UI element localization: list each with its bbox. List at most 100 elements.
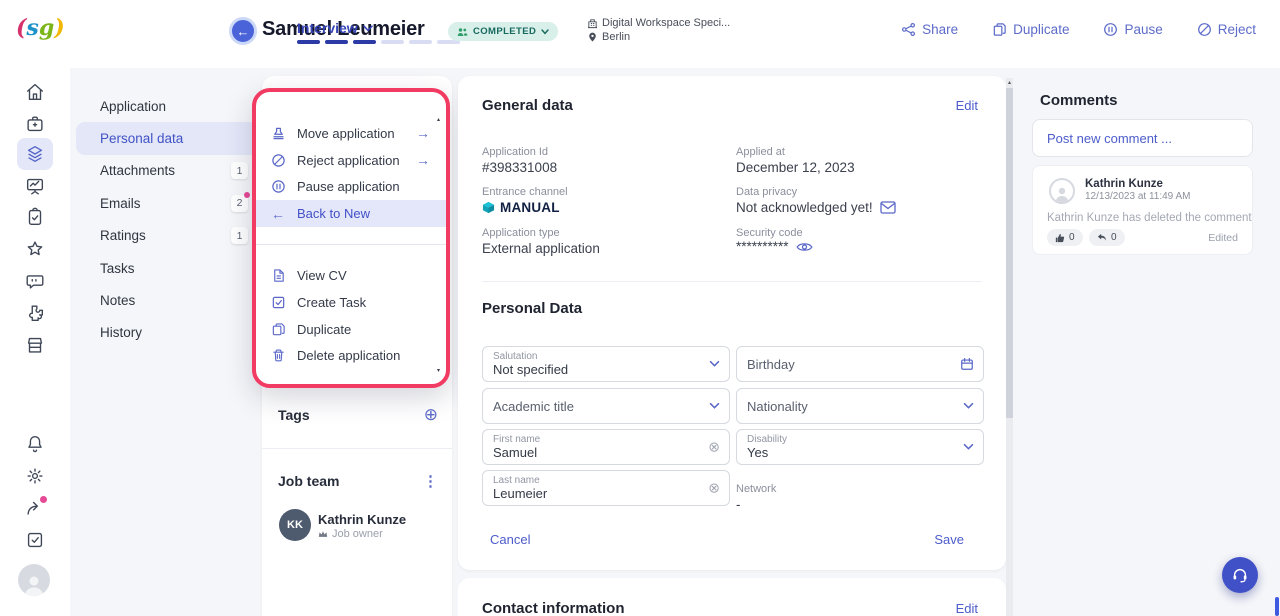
notification-dot bbox=[40, 496, 47, 503]
page-scrollbar-thumb[interactable] bbox=[1275, 597, 1279, 616]
app-logo[interactable]: (sg) bbox=[16, 15, 65, 41]
settings-gear-icon[interactable] bbox=[21, 462, 49, 490]
menu-pause-application[interactable]: Pause application bbox=[256, 174, 446, 201]
nav-history[interactable]: History bbox=[70, 317, 262, 349]
status-badge[interactable]: COMPLETED bbox=[448, 22, 558, 41]
member-role: Job owner bbox=[318, 528, 383, 540]
crown-icon bbox=[318, 530, 328, 538]
share-button[interactable]: Share bbox=[901, 22, 958, 37]
data-privacy-label: Data privacy bbox=[736, 186, 797, 198]
disability-select[interactable]: Disability Yes bbox=[736, 429, 984, 465]
nav-application[interactable]: Application bbox=[70, 90, 262, 122]
pause-icon bbox=[1103, 22, 1118, 37]
menu-divider bbox=[256, 244, 446, 245]
salutation-select[interactable]: Salutation Not specified bbox=[482, 346, 730, 382]
duplicate-icon bbox=[992, 22, 1007, 37]
job-team-menu-icon[interactable]: ⋮ bbox=[423, 472, 438, 490]
submenu-arrow-icon: → bbox=[416, 125, 430, 141]
nav-tasks[interactable]: Tasks bbox=[70, 252, 262, 284]
trash-icon bbox=[270, 348, 286, 363]
member-avatar[interactable]: KK bbox=[279, 509, 311, 541]
icon-rail bbox=[0, 68, 70, 616]
approvals-check-icon[interactable] bbox=[21, 526, 49, 554]
application-type-label: Application type bbox=[482, 227, 560, 239]
menu-create-task[interactable]: Create Task bbox=[256, 289, 446, 316]
header-actions: Share Duplicate Pause Reject bbox=[901, 22, 1256, 37]
nav-personal-data[interactable]: Personal data bbox=[76, 122, 258, 154]
jobs-icon[interactable] bbox=[21, 110, 49, 138]
content-scrollbar-thumb[interactable] bbox=[1006, 88, 1013, 418]
back-button[interactable]: ← bbox=[229, 17, 257, 45]
general-edit-link[interactable]: Edit bbox=[956, 98, 978, 113]
comment-body: Kathrin Kunze has deleted the comment bbox=[1047, 212, 1252, 224]
chevron-down-icon bbox=[709, 361, 720, 368]
birthday-field[interactable]: Birthday bbox=[736, 346, 984, 382]
integrations-puzzle-icon[interactable] bbox=[21, 299, 49, 327]
location-pin-icon bbox=[587, 31, 598, 43]
commenter-avatar bbox=[1049, 178, 1075, 204]
tags-section: Tags ⊕ bbox=[278, 406, 438, 423]
application-context-menu: ▴ Move application → Reject application … bbox=[252, 88, 450, 388]
candidate-nav: Application Personal data Attachments1 E… bbox=[70, 90, 262, 349]
job-title: Digital Workspace Speci... bbox=[602, 17, 730, 29]
submenu-arrow-icon: → bbox=[416, 152, 430, 168]
menu-delete-application[interactable]: Delete application bbox=[256, 343, 446, 370]
first-name-input[interactable]: First name Samuel ⊗ bbox=[482, 429, 730, 465]
reply-icon bbox=[1097, 233, 1107, 242]
scrollbar-up-icon[interactable]: ▴ bbox=[1006, 79, 1013, 86]
notifications-bell-icon[interactable] bbox=[21, 430, 49, 458]
referrals-share-icon[interactable] bbox=[21, 494, 49, 522]
messages-icon[interactable] bbox=[21, 267, 49, 295]
general-data-title: General data bbox=[482, 97, 573, 114]
nav-notes[interactable]: Notes bbox=[70, 284, 262, 316]
envelope-icon[interactable] bbox=[880, 201, 896, 214]
application-id-label: Application Id bbox=[482, 146, 548, 158]
add-tag-icon[interactable]: ⊕ bbox=[424, 406, 438, 423]
duplicate-button[interactable]: Duplicate bbox=[992, 22, 1069, 37]
candidates-icon-active[interactable] bbox=[17, 138, 53, 170]
calendar-icon bbox=[960, 357, 974, 371]
status-label: COMPLETED bbox=[473, 26, 536, 37]
stage-dropdown[interactable]: Interview bbox=[297, 20, 373, 36]
support-fab[interactable] bbox=[1222, 557, 1258, 593]
chevron-down-icon bbox=[709, 403, 720, 410]
reports-icon[interactable] bbox=[21, 172, 49, 200]
pause-icon bbox=[270, 179, 286, 194]
like-button[interactable]: 0 bbox=[1047, 229, 1083, 246]
nav-ratings[interactable]: Ratings1 bbox=[70, 220, 262, 252]
nationality-select[interactable]: Nationality bbox=[736, 388, 984, 424]
home-icon[interactable] bbox=[21, 78, 49, 106]
user-avatar[interactable] bbox=[18, 564, 50, 596]
reject-button[interactable]: Reject bbox=[1197, 22, 1256, 37]
save-button[interactable]: Save bbox=[934, 532, 964, 547]
document-icon bbox=[270, 268, 286, 283]
menu-move-application[interactable]: Move application → bbox=[256, 120, 446, 147]
nav-attachments[interactable]: Attachments1 bbox=[70, 155, 262, 187]
tasks-clipboard-icon[interactable] bbox=[21, 203, 49, 231]
eye-icon[interactable] bbox=[796, 241, 813, 253]
scroll-up-icon[interactable]: ▴ bbox=[437, 116, 440, 123]
reject-icon bbox=[1197, 22, 1212, 37]
clear-field-icon[interactable]: ⊗ bbox=[708, 439, 720, 456]
menu-duplicate[interactable]: Duplicate bbox=[256, 316, 446, 343]
reply-button[interactable]: 0 bbox=[1089, 229, 1125, 246]
clear-field-icon[interactable]: ⊗ bbox=[708, 480, 720, 497]
chevron-down-icon bbox=[363, 25, 373, 32]
cancel-button[interactable]: Cancel bbox=[490, 532, 530, 547]
academic-title-select[interactable]: Academic title bbox=[482, 388, 730, 424]
nav-emails[interactable]: Emails2 bbox=[70, 187, 262, 219]
building-icon bbox=[587, 18, 598, 29]
job-info: Digital Workspace Speci... Berlin bbox=[587, 16, 730, 44]
menu-view-cv[interactable]: View CV bbox=[256, 262, 446, 289]
applied-at-value: December 12, 2023 bbox=[736, 160, 855, 175]
last-name-input[interactable]: Last name Leumeier ⊗ bbox=[482, 470, 730, 506]
favorites-star-icon[interactable] bbox=[21, 235, 49, 263]
post-comment-input[interactable]: Post new comment ... bbox=[1032, 119, 1253, 157]
menu-back-to-new[interactable]: ← Back to New bbox=[256, 200, 446, 227]
pause-button[interactable]: Pause bbox=[1103, 22, 1162, 37]
arrow-left-icon: ← bbox=[270, 206, 286, 222]
career-site-icon[interactable] bbox=[21, 331, 49, 359]
scroll-down-icon[interactable]: ▾ bbox=[437, 367, 440, 374]
contact-edit-link[interactable]: Edit bbox=[956, 601, 978, 616]
menu-reject-application[interactable]: Reject application → bbox=[256, 147, 446, 174]
